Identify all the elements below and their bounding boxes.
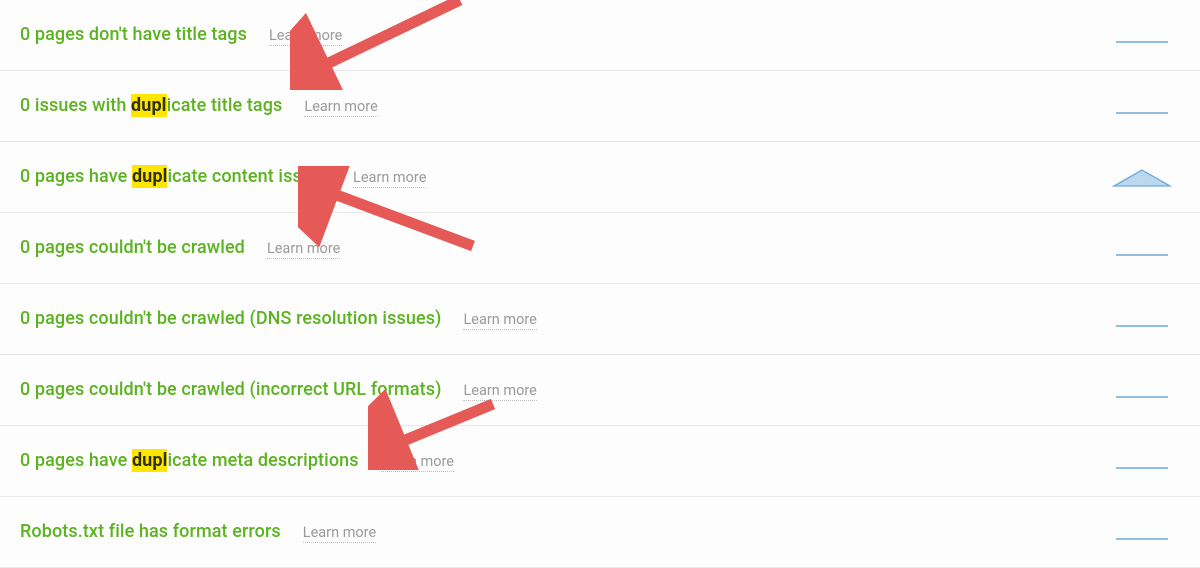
sparkline-flat-icon bbox=[1112, 379, 1172, 401]
learn-more-link[interactable]: Learn more bbox=[303, 525, 376, 543]
issue-row: 0 pages don't have title tags Learn more bbox=[0, 0, 1200, 71]
learn-more-link[interactable]: Learn more bbox=[269, 28, 342, 46]
issue-row: 0 pages couldn't be crawled (DNS resolut… bbox=[0, 284, 1200, 355]
sparkline-flat-icon bbox=[1112, 308, 1172, 330]
sparkline-flat-icon bbox=[1112, 521, 1172, 543]
sparkline-flat-icon bbox=[1112, 450, 1172, 472]
sparkline-flat-icon bbox=[1112, 237, 1172, 259]
learn-more-link[interactable]: Learn more bbox=[353, 170, 426, 188]
issue-row: 0 pages couldn't be crawled Learn more bbox=[0, 213, 1200, 284]
issue-link[interactable]: Robots.txt file has format errors bbox=[20, 521, 281, 543]
sparkline-flat-icon bbox=[1112, 95, 1172, 117]
issue-link[interactable]: 0 pages couldn't be crawled (DNS resolut… bbox=[20, 308, 441, 330]
issue-row: 0 pages have duplicate meta descriptions… bbox=[0, 426, 1200, 497]
issue-row: Robots.txt file has format errors Learn m… bbox=[0, 497, 1200, 568]
sparkline-area-icon bbox=[1112, 166, 1172, 188]
issue-link[interactable]: 0 pages don't have title tags bbox=[20, 24, 247, 46]
issue-link[interactable]: 0 pages couldn't be crawled bbox=[20, 237, 245, 259]
issue-link[interactable]: 0 pages have duplicate content issues bbox=[20, 166, 331, 188]
learn-more-link[interactable]: Learn more bbox=[381, 454, 454, 472]
issue-link[interactable]: 0 pages have duplicate meta descriptions bbox=[20, 450, 359, 472]
learn-more-link[interactable]: Learn more bbox=[463, 383, 536, 401]
issue-row: 0 pages couldn't be crawled (incorrect U… bbox=[0, 355, 1200, 426]
issue-row: 0 issues with duplicate title tags Learn … bbox=[0, 71, 1200, 142]
learn-more-link[interactable]: Learn more bbox=[463, 312, 536, 330]
sparkline-flat-icon bbox=[1112, 24, 1172, 46]
issue-link[interactable]: 0 issues with duplicate title tags bbox=[20, 95, 282, 117]
issue-link[interactable]: 0 pages couldn't be crawled (incorrect U… bbox=[20, 379, 441, 401]
issue-row: 0 pages have duplicate content issues Lea… bbox=[0, 142, 1200, 213]
learn-more-link[interactable]: Learn more bbox=[267, 241, 340, 259]
learn-more-link[interactable]: Learn more bbox=[304, 99, 377, 117]
